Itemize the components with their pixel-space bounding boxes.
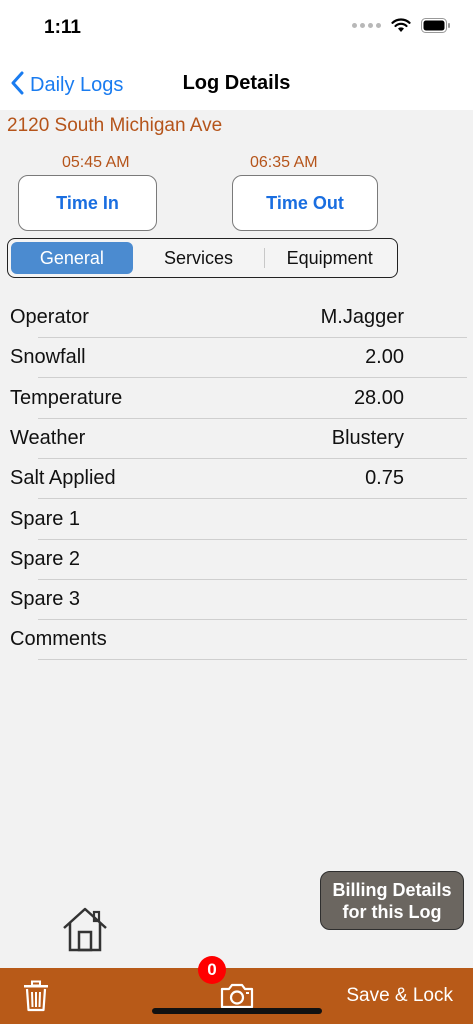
field-row-spare-3[interactable]: Spare 3	[0, 580, 473, 620]
navigation-bar: Log Details Daily Logs	[0, 60, 473, 110]
field-value: Blustery	[331, 427, 404, 449]
field-row-temperature[interactable]: Temperature 28.00	[0, 379, 473, 419]
field-label: Spare 2	[10, 548, 81, 570]
field-label: Comments	[10, 628, 107, 650]
trash-icon[interactable]	[22, 980, 50, 1017]
battery-icon	[421, 18, 451, 33]
field-divider	[38, 377, 467, 378]
back-button[interactable]: Daily Logs	[10, 70, 123, 100]
status-time: 1:11	[44, 17, 81, 38]
field-label: Spare 3	[10, 588, 81, 610]
field-label: Weather	[10, 427, 86, 449]
tab-general[interactable]: General	[11, 242, 133, 274]
time-out-value: 06:35 AM	[250, 154, 318, 171]
field-row-comments[interactable]: Comments	[0, 620, 473, 660]
field-label: Temperature	[10, 387, 123, 409]
field-row-operator[interactable]: Operator M.Jagger	[0, 298, 473, 338]
back-label: Daily Logs	[30, 73, 124, 96]
save-and-lock-button[interactable]: Save & Lock	[346, 985, 453, 1007]
tab-services[interactable]: Services	[133, 242, 265, 274]
photo-count-badge: 0	[198, 956, 226, 984]
job-address: 2120 South Michigan Ave	[7, 115, 223, 136]
home-indicator	[152, 1008, 322, 1014]
tab-equipment[interactable]: Equipment	[265, 242, 394, 274]
back-chevron-icon	[10, 71, 24, 100]
bottom-toolbar: Save & Lock	[0, 968, 473, 1024]
status-icons	[352, 18, 451, 33]
billing-label-line-1: Billing Details	[332, 879, 452, 900]
field-row-spare-1[interactable]: Spare 1	[0, 500, 473, 540]
home-icon[interactable]	[60, 904, 110, 959]
field-value: M.Jagger	[320, 306, 404, 328]
field-value: 0.75	[365, 467, 404, 489]
field-label: Operator	[10, 306, 89, 328]
field-row-snowfall[interactable]: Snowfall 2.00	[0, 338, 473, 378]
signal-icon	[352, 23, 381, 28]
field-label: Snowfall	[10, 346, 86, 368]
field-row-weather[interactable]: Weather Blustery	[0, 419, 473, 459]
time-in-button[interactable]: Time In	[18, 175, 157, 231]
status-bar: 1:11	[0, 0, 473, 60]
field-value: 28.00	[353, 387, 404, 409]
field-row-salt-applied[interactable]: Salt Applied 0.75	[0, 459, 473, 499]
field-divider	[38, 498, 467, 499]
wifi-icon	[391, 18, 411, 33]
field-divider	[38, 659, 467, 660]
tab-segmented-control: General Services Equipment	[7, 238, 398, 278]
time-in-value: 05:45 AM	[62, 154, 130, 171]
field-label: Spare 1	[10, 508, 81, 530]
field-value: 2.00	[365, 346, 404, 368]
time-out-button[interactable]: Time Out	[232, 175, 378, 231]
billing-label-line-2: for this Log	[342, 901, 442, 922]
field-row-spare-2[interactable]: Spare 2	[0, 540, 473, 580]
billing-details-button[interactable]: Billing Details for this Log	[320, 871, 464, 930]
field-label: Salt Applied	[10, 467, 116, 489]
